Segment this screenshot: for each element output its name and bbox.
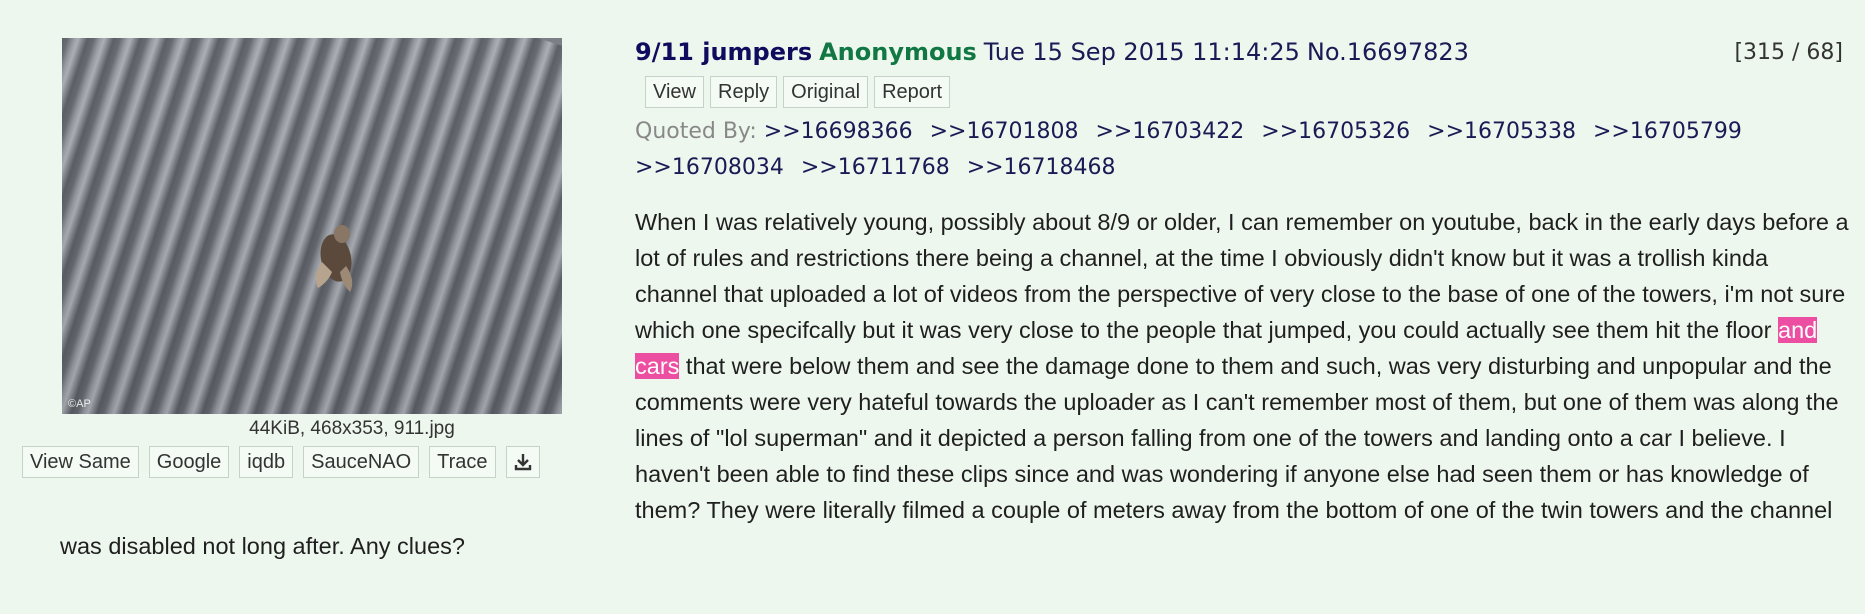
quote-link[interactable]: >>16708034 <box>635 155 784 180</box>
original-button[interactable]: Original <box>783 76 869 108</box>
quote-link[interactable]: >>16703422 <box>1095 119 1244 144</box>
post-date: Tue 15 Sep 2015 11:14:25 <box>983 38 1300 66</box>
quote-link[interactable]: >>16705326 <box>1261 119 1410 144</box>
post-header: 9/11 jumpers Anonymous Tue 15 Sep 2015 1… <box>635 38 1469 67</box>
poster-name: Anonymous <box>819 38 977 66</box>
quote-link[interactable]: >>16705799 <box>1593 119 1742 144</box>
post-number[interactable]: No.16697823 <box>1307 38 1469 66</box>
post-subject: 9/11 jumpers <box>635 38 813 66</box>
quoted-by-label: Quoted By: <box>635 119 757 144</box>
post-comment: When I was relatively young, possibly ab… <box>60 204 1850 564</box>
view-button[interactable]: View <box>645 76 704 108</box>
quoted-by: Quoted By: >>16698366 >>16701808 >>16703… <box>635 114 1815 186</box>
comment-float-spacer <box>60 204 635 524</box>
quote-link[interactable]: >>16701808 <box>930 119 1079 144</box>
quote-link[interactable]: >>16718468 <box>967 155 1116 180</box>
reply-image-counts: [315 / 68] <box>1734 40 1843 65</box>
reply-button[interactable]: Reply <box>710 76 778 108</box>
quote-link[interactable]: >>16711768 <box>801 155 950 180</box>
quote-link[interactable]: >>16705338 <box>1427 119 1576 144</box>
post-actions: View Reply Original Report <box>645 76 951 108</box>
comment-text-before: When I was relatively young, possibly ab… <box>635 209 1849 343</box>
report-button[interactable]: Report <box>874 76 951 108</box>
quote-link[interactable]: >>16698366 <box>764 119 913 144</box>
